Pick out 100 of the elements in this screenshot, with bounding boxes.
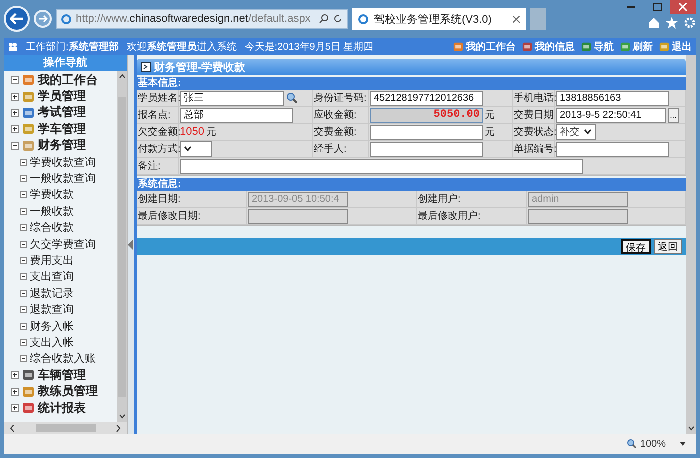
nav-title: 操作导航 xyxy=(4,55,127,71)
nav-subitem[interactable]: 费用支出 xyxy=(4,252,117,269)
maximize-icon xyxy=(652,3,662,11)
department-text: 工作部门:系统管理部 xyxy=(26,40,119,54)
zoom-icon xyxy=(627,439,638,449)
date-field[interactable]: 2013-9-5 22:50:41 xyxy=(556,108,666,122)
readonly-field: 2013-09-05 10:50:4 xyxy=(248,192,348,206)
text-field[interactable] xyxy=(556,142,669,156)
header-link[interactable]: 导航 xyxy=(581,40,614,54)
nav-item[interactable]: 车辆管理 xyxy=(4,367,117,384)
field-label: 身份证号码: xyxy=(314,92,367,105)
dropdown-arrow-icon[interactable] xyxy=(680,442,686,446)
nav-subitem[interactable]: 学费收款 xyxy=(4,186,117,204)
minus-box-icon xyxy=(20,306,27,314)
nav-subitem[interactable]: 退款查询 xyxy=(4,301,117,318)
field-label: 应收金额: xyxy=(314,108,357,122)
collapse-icon[interactable] xyxy=(11,142,19,150)
date-text: 今天是:2013年9月5日 星期四 xyxy=(244,40,374,54)
field-label: 备注: xyxy=(138,160,161,173)
browser-tab[interactable]: 驾校业务管理系统(V3.0) xyxy=(352,8,526,30)
expand-icon[interactable] xyxy=(11,108,19,117)
triangle-left-icon xyxy=(128,240,133,250)
nav-subitem[interactable]: 支出入帐 xyxy=(4,334,117,351)
text-field[interactable]: 总部 xyxy=(180,108,293,122)
nav-subitem[interactable]: 一般收款查询 xyxy=(4,170,117,187)
minus-box-icon xyxy=(20,322,27,330)
address-bar[interactable]: http://www.chinasoftwaredesign.net/default.aspx xyxy=(56,9,348,29)
nav-subitem[interactable]: 综合收款入账 xyxy=(4,350,117,368)
chevron-right-icon[interactable] xyxy=(116,424,121,432)
field-label: 学员姓名: xyxy=(138,92,181,105)
arrow-right-icon xyxy=(38,15,48,23)
nav-item[interactable]: 教练员管理 xyxy=(4,383,117,400)
nav-item[interactable]: 学员管理 xyxy=(4,88,117,105)
date-picker-button[interactable]: ... xyxy=(668,108,679,122)
unit-label: 元 xyxy=(206,126,216,139)
field-label: 欠交金额: xyxy=(138,126,181,139)
nav-item[interactable]: 考试管理 xyxy=(4,104,117,122)
expand-icon[interactable] xyxy=(11,92,19,101)
expand-icon[interactable] xyxy=(11,404,19,412)
back-button[interactable]: 返回 xyxy=(654,239,682,254)
chevron-up-icon[interactable] xyxy=(118,74,126,79)
text-field[interactable] xyxy=(180,158,583,174)
text-field[interactable] xyxy=(370,124,483,140)
close-button[interactable] xyxy=(670,0,696,14)
nav-subitem[interactable]: 欠交学费查询 xyxy=(4,236,117,252)
nav-item[interactable]: 财务管理 xyxy=(4,138,117,154)
chevron-down-icon[interactable] xyxy=(118,414,126,419)
field-label: 交费日期 xyxy=(514,108,554,122)
amount-field: 5050.00 xyxy=(370,108,483,122)
text-field[interactable] xyxy=(370,142,483,156)
field-label: 最后修改用户: xyxy=(418,210,481,223)
minus-box-icon xyxy=(20,175,27,182)
nav-subitem[interactable]: 财务入帐 xyxy=(4,318,117,334)
field-label: 创建日期: xyxy=(138,192,181,206)
save-button[interactable]: 保存 xyxy=(621,239,651,254)
nav-subitem[interactable]: 学费收款查询 xyxy=(4,154,117,170)
star-icon[interactable] xyxy=(666,17,678,29)
window-icon xyxy=(141,62,151,72)
search-icon[interactable] xyxy=(286,92,298,104)
header-link[interactable]: 退出 xyxy=(659,40,692,54)
nav-subitem[interactable]: 综合收款 xyxy=(4,220,117,236)
dropdown[interactable] xyxy=(180,141,212,157)
settings-icon[interactable] xyxy=(684,17,696,29)
text-field[interactable]: 13818856163 xyxy=(556,90,669,106)
minus-box-icon xyxy=(20,355,27,362)
welcome-text: 欢迎系统管理员进入系统 xyxy=(126,40,237,54)
chevron-down-icon[interactable] xyxy=(688,426,694,431)
scrollbar[interactable] xyxy=(117,71,127,422)
collapse-icon[interactable] xyxy=(11,76,19,84)
page-scrollbar[interactable] xyxy=(686,55,696,434)
minimize-icon xyxy=(627,6,635,8)
nav-subitem[interactable]: 支出查询 xyxy=(4,268,117,286)
header-link[interactable]: 我的信息 xyxy=(522,40,575,54)
text-field[interactable]: 452128197712012636 xyxy=(370,90,483,106)
minus-box-icon xyxy=(20,338,27,346)
amount-value: 1050 xyxy=(180,126,204,138)
nav-subitem[interactable]: 退款记录 xyxy=(4,285,117,302)
text-field[interactable]: 张三 xyxy=(180,90,284,106)
readonly-field: admin xyxy=(528,192,628,206)
dropdown[interactable]: 补交 xyxy=(556,124,596,140)
nav-item[interactable]: 统计报表 xyxy=(4,400,117,416)
back-button[interactable] xyxy=(4,6,30,32)
nav-item[interactable]: 我的工作台 xyxy=(4,72,117,88)
expand-icon[interactable] xyxy=(11,388,19,396)
horizontal-scrollbar[interactable] xyxy=(4,422,127,434)
nav-subitem[interactable]: 一般收款 xyxy=(4,203,117,220)
close-icon[interactable] xyxy=(513,16,520,22)
zoom-level[interactable]: 100% xyxy=(627,438,666,450)
forward-button[interactable] xyxy=(34,10,52,28)
unit-label: 元 xyxy=(485,126,495,139)
expand-icon[interactable] xyxy=(11,125,19,134)
minus-box-icon xyxy=(20,208,27,215)
chevron-left-icon[interactable] xyxy=(10,424,15,432)
chevron-down-icon xyxy=(584,129,592,135)
header-link[interactable]: 我的工作台 xyxy=(453,40,516,54)
search-icon[interactable] xyxy=(319,14,329,24)
home-icon[interactable] xyxy=(648,17,660,29)
nav-item[interactable]: 学车管理 xyxy=(4,121,117,138)
header-link[interactable]: 刷新 xyxy=(620,40,653,54)
expand-icon[interactable] xyxy=(11,371,19,380)
